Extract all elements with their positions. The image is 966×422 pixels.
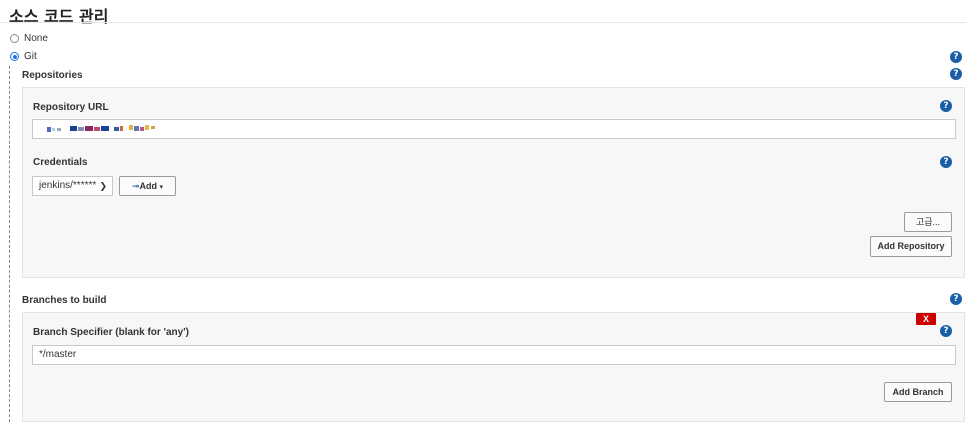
- repositories-help-icon[interactable]: ?: [950, 68, 962, 80]
- add-branch-button[interactable]: Add Branch: [884, 382, 952, 402]
- credentials-label: Credentials: [33, 157, 88, 168]
- credentials-select[interactable]: jenkins/****** ❯: [32, 176, 113, 196]
- chevron-down-icon: ❯: [99, 181, 107, 191]
- git-help-icon[interactable]: ?: [950, 51, 962, 63]
- branches-help-icon[interactable]: ?: [950, 293, 962, 305]
- credentials-help-icon[interactable]: ?: [940, 156, 952, 168]
- radio-none-label: None: [24, 33, 48, 44]
- branch-specifier-label: Branch Specifier (blank for 'any'): [33, 327, 189, 338]
- repositories-title: Repositories: [22, 70, 83, 81]
- add-repository-button[interactable]: Add Repository: [870, 236, 952, 257]
- key-icon: ⊸: [131, 181, 140, 191]
- radio-git-label: Git: [24, 51, 37, 62]
- nested-section-guide: [9, 66, 10, 422]
- repository-url-help-icon[interactable]: ?: [940, 100, 952, 112]
- advanced-button[interactable]: 고급...: [904, 212, 952, 232]
- add-credentials-button[interactable]: ⊸Add ▾: [119, 176, 176, 196]
- credentials-selected-value: jenkins/******: [39, 180, 97, 191]
- delete-branch-button[interactable]: X: [916, 313, 936, 325]
- repository-url-input[interactable]: [32, 119, 956, 139]
- section-title: 소스 코드 관리: [9, 7, 109, 26]
- caret-down-icon: ▾: [159, 184, 164, 191]
- title-divider: [0, 22, 966, 23]
- branches-title: Branches to build: [22, 295, 107, 306]
- repository-url-label: Repository URL: [33, 102, 109, 113]
- radio-git[interactable]: [10, 52, 19, 61]
- branch-specifier-help-icon[interactable]: ?: [940, 325, 952, 337]
- branch-specifier-input[interactable]: */master: [32, 345, 956, 365]
- radio-none[interactable]: [10, 34, 19, 43]
